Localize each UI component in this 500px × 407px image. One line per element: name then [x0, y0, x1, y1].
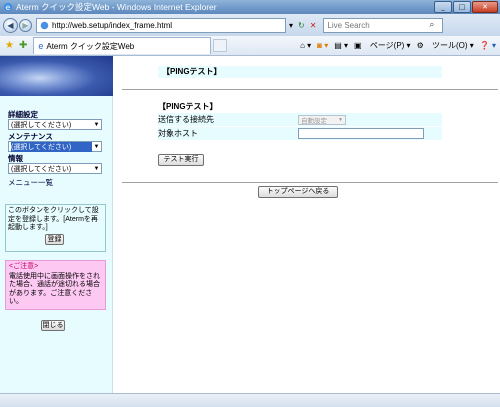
- chevron-down-icon: ▼: [93, 143, 100, 150]
- target-host-input[interactable]: [298, 128, 424, 139]
- new-tab-button[interactable]: [213, 39, 228, 52]
- section-title: 【PINGテスト】: [158, 102, 218, 111]
- back-button[interactable]: ◀: [3, 17, 18, 33]
- register-info-text: このボタンをクリックして設定を登録します。[Atermを再起動します。]: [8, 207, 99, 231]
- refresh-icon[interactable]: ↻: [298, 21, 305, 30]
- address-toolbar: ◀ ▶ http://web.setup/index_frame.html ▾ …: [0, 14, 500, 36]
- help-icon[interactable]: ❓ ▾: [480, 41, 496, 50]
- sidebar: 詳細設定 (選択してください) ▼ メンテナンス (選択してください) ▼ 情報…: [0, 56, 113, 393]
- connection-select-value: 自動設定: [301, 117, 327, 125]
- forward-button[interactable]: ▶: [19, 18, 32, 32]
- page-menu-label: ページ(P): [369, 41, 405, 50]
- home-icon[interactable]: ⌂ ▾: [300, 41, 311, 50]
- tab-ie-icon: e: [38, 41, 44, 51]
- search-placeholder: Live Search: [327, 20, 370, 30]
- divider: [122, 89, 498, 90]
- menu-list-link[interactable]: メニュー一覧: [8, 177, 106, 188]
- close-button[interactable]: 閉じる: [41, 320, 65, 331]
- tools-menu[interactable]: ⚙ ツール(O) ▾: [417, 40, 474, 51]
- ie-icon: e: [4, 3, 12, 12]
- tab-aterm[interactable]: e Aterm クイック設定Web: [33, 37, 212, 54]
- window-title-bar: e Aterm クイック設定Web - Windows Internet Exp…: [0, 0, 500, 14]
- maintenance-select[interactable]: (選択してください) ▼: [8, 141, 102, 152]
- tools-menu-label: ツール(O): [431, 41, 468, 50]
- menu-group-advanced: 詳細設定 (選択してください) ▼: [8, 110, 106, 130]
- connection-label: 送信する接続先: [158, 115, 214, 124]
- svg-text:e: e: [5, 3, 10, 12]
- print-icon[interactable]: ▤ ▾: [334, 41, 348, 50]
- tab-label: Aterm クイック設定Web: [46, 41, 135, 51]
- banner-image: [0, 56, 113, 96]
- menu-group-info: 情報 (選択してください) ▼: [8, 154, 106, 174]
- stop-icon[interactable]: ✕: [310, 21, 317, 30]
- page-menu[interactable]: ▣ ページ(P) ▾: [354, 40, 411, 51]
- warning-text: 電話使用中に画面操作をされた場合、通話が途切れる場合があります。ご注意ください。: [9, 272, 100, 306]
- back-to-top-button[interactable]: トップページへ戻る: [258, 186, 338, 198]
- back-arrow-icon: ◀: [7, 20, 14, 30]
- menu-label-advanced: 詳細設定: [8, 110, 38, 119]
- target-host-label: 対象ホスト: [158, 129, 198, 138]
- info-select[interactable]: (選択してください) ▼: [8, 163, 102, 174]
- status-bar: [0, 393, 500, 407]
- test-run-button[interactable]: テスト実行: [158, 154, 204, 166]
- favorites-star-icon[interactable]: ★: [5, 40, 14, 51]
- address-bar[interactable]: http://web.setup/index_frame.html: [36, 17, 286, 33]
- advanced-select-value: (選択してください): [11, 121, 72, 129]
- page-content: 詳細設定 (選択してください) ▼ メンテナンス (選択してください) ▼ 情報…: [0, 56, 500, 393]
- feeds-icon[interactable]: ◙ ▾: [317, 41, 328, 50]
- chevron-down-icon: ▼: [93, 121, 100, 128]
- page-icon: [40, 21, 49, 29]
- advanced-select[interactable]: (選択してください) ▼: [8, 119, 102, 130]
- divider: [122, 182, 498, 183]
- main-panel: 【PINGテスト】 【PINGテスト】 送信する接続先 自動設定 ▼ 対象ホスト…: [114, 56, 500, 393]
- chevron-down-icon: ▼: [338, 116, 343, 123]
- dropdown-arrow-icon[interactable]: ▾: [289, 21, 293, 30]
- maintenance-select-value: (選択してください): [11, 141, 92, 152]
- info-select-value: (選択してください): [11, 165, 72, 173]
- target-host-row: 対象ホスト: [158, 127, 442, 140]
- page-title: 【PINGテスト】: [158, 66, 442, 78]
- search-input[interactable]: Live Search ⌕: [323, 17, 444, 33]
- search-icon[interactable]: ⌕: [429, 19, 442, 32]
- warning-box: <ご注意> 電話使用中に画面操作をされた場合、通話が途切れる場合があります。ご注…: [5, 260, 106, 310]
- maximize-button[interactable]: □: [453, 1, 471, 13]
- menu-group-maintenance: メンテナンス (選択してください) ▼: [8, 132, 106, 152]
- connection-select: 自動設定 ▼: [298, 114, 346, 125]
- menu-label-info: 情報: [8, 154, 23, 163]
- url-text[interactable]: http://web.setup/index_frame.html: [52, 21, 285, 30]
- close-window-button[interactable]: ✕: [472, 1, 498, 13]
- add-favorites-icon[interactable]: ✚: [19, 40, 27, 51]
- minimize-button[interactable]: _: [434, 1, 452, 13]
- command-toolbar: ★ ✚ e Aterm クイック設定Web ⌂ ▾ ◙ ▾ ▤ ▾ ▣ ページ(…: [0, 36, 500, 56]
- menu-label-maintenance: メンテナンス: [8, 132, 53, 141]
- register-button[interactable]: 登録: [45, 234, 64, 245]
- window-title: Aterm クイック設定Web - Windows Internet Explo…: [16, 2, 217, 12]
- chevron-down-icon: ▼: [93, 165, 100, 172]
- connection-row: 送信する接続先 自動設定 ▼: [158, 113, 442, 126]
- warning-title: <ご注意>: [9, 263, 39, 270]
- forward-arrow-icon: ▶: [22, 20, 29, 30]
